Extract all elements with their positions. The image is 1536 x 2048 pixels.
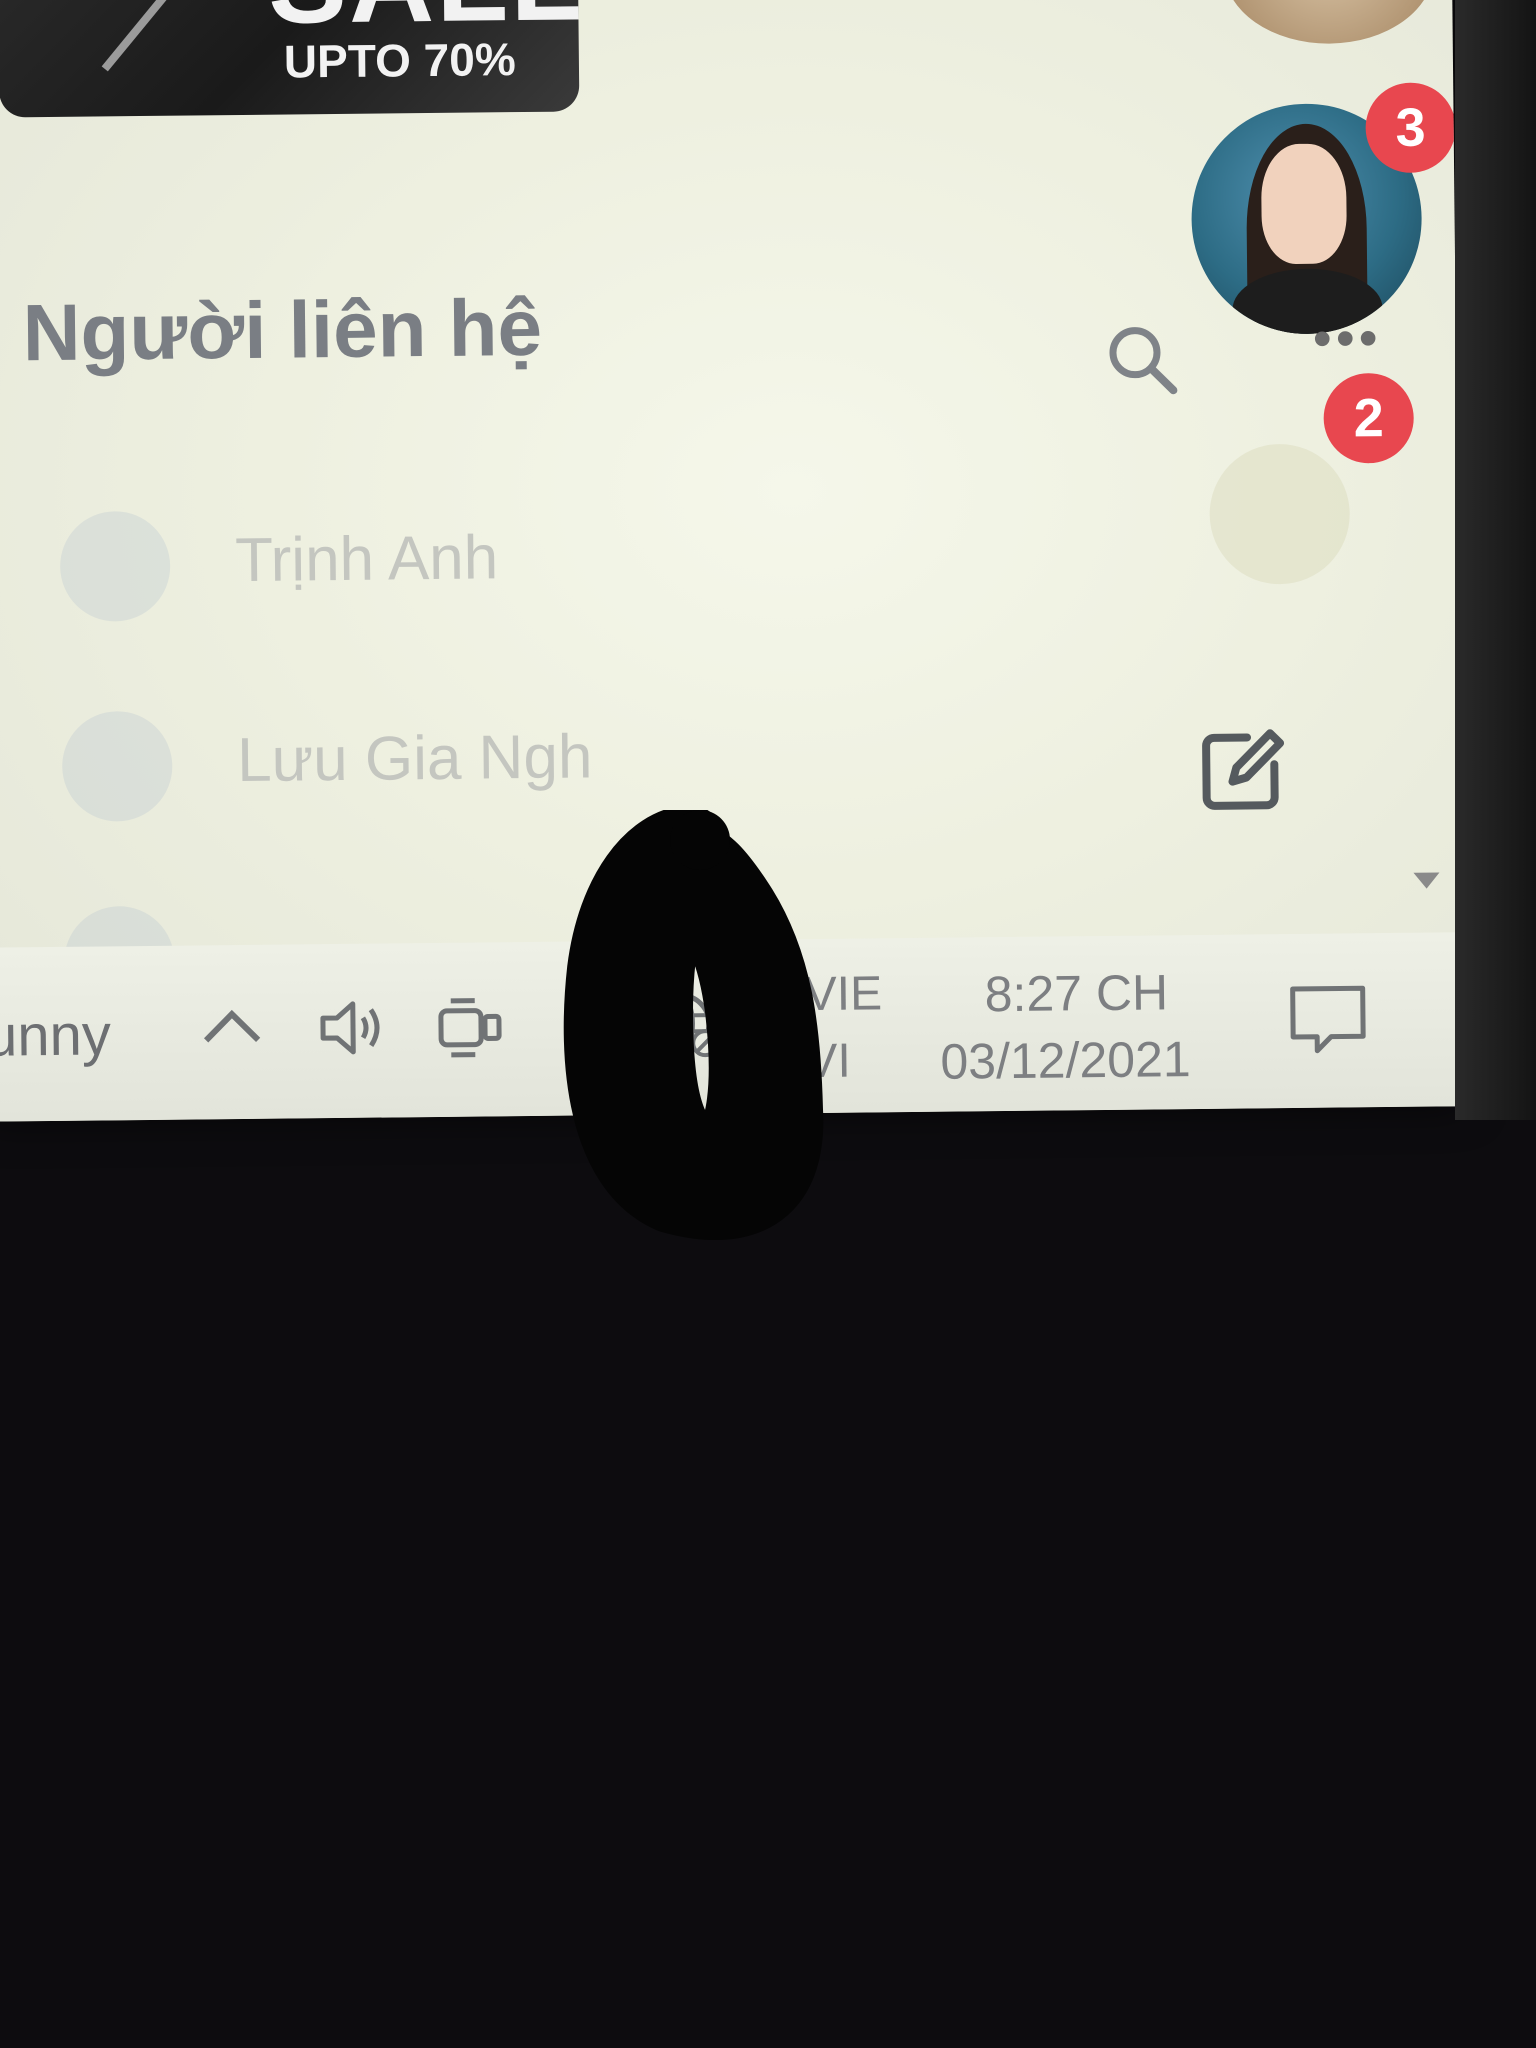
search-icon[interactable] (1103, 320, 1184, 401)
meet-now-icon[interactable] (435, 990, 506, 1063)
contact-avatar-faded[interactable] (1208, 443, 1351, 585)
contact-avatar (59, 510, 171, 622)
monitor-bezel (1455, 0, 1536, 1120)
compose-message-icon[interactable] (1192, 719, 1293, 820)
more-options-icon[interactable]: ••• (1313, 308, 1382, 369)
sale-banner[interactable]: SALE UPTO 70% (0, 0, 580, 118)
weather-widget-text[interactable]: unny (0, 1001, 111, 1069)
unread-count-badge: 3 (1365, 82, 1457, 174)
contact-list-item[interactable]: Trịnh Anh (0, 480, 1161, 632)
contact-name: Trịnh Anh (234, 523, 499, 596)
marker-scribble (563, 810, 824, 1240)
contacts-heading: Người liên hệ (22, 282, 543, 378)
scroll-down-arrow-icon[interactable] (1413, 872, 1440, 889)
clock-time[interactable]: 8:27 CH (984, 963, 1168, 1023)
chat-head-avatar-top[interactable] (1223, 0, 1435, 45)
clock-date[interactable]: 03/12/2021 (940, 1030, 1191, 1091)
notification-center-icon[interactable] (1285, 978, 1372, 1059)
sale-banner-subtitle: UPTO 70% (283, 33, 516, 88)
avatar-face (1260, 143, 1348, 265)
chevron-up-icon[interactable] (200, 1000, 265, 1051)
contact-avatar (61, 710, 173, 822)
banner-stripe (101, 0, 204, 72)
volume-icon[interactable] (315, 992, 388, 1065)
more-count-badge: 2 (1323, 372, 1415, 464)
contact-name: Lưu Gia Ngh (236, 722, 593, 796)
